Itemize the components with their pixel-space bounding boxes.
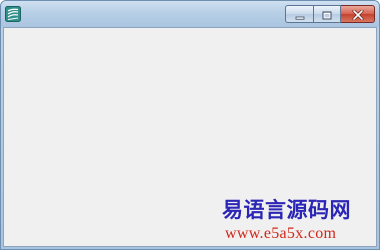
watermark-title: 易语言源码网: [222, 197, 351, 222]
close-icon: [352, 5, 364, 24]
window-controls: [285, 5, 375, 23]
close-button[interactable]: [341, 5, 375, 23]
title-bar[interactable]: [1, 1, 379, 27]
minimize-button[interactable]: [285, 5, 313, 23]
maximize-icon: [322, 5, 332, 24]
minimize-icon: [295, 5, 305, 24]
watermark-url: www.e5a5x.com: [225, 225, 337, 242]
app-icon[interactable]: [5, 6, 21, 22]
maximize-button[interactable]: [313, 5, 341, 23]
